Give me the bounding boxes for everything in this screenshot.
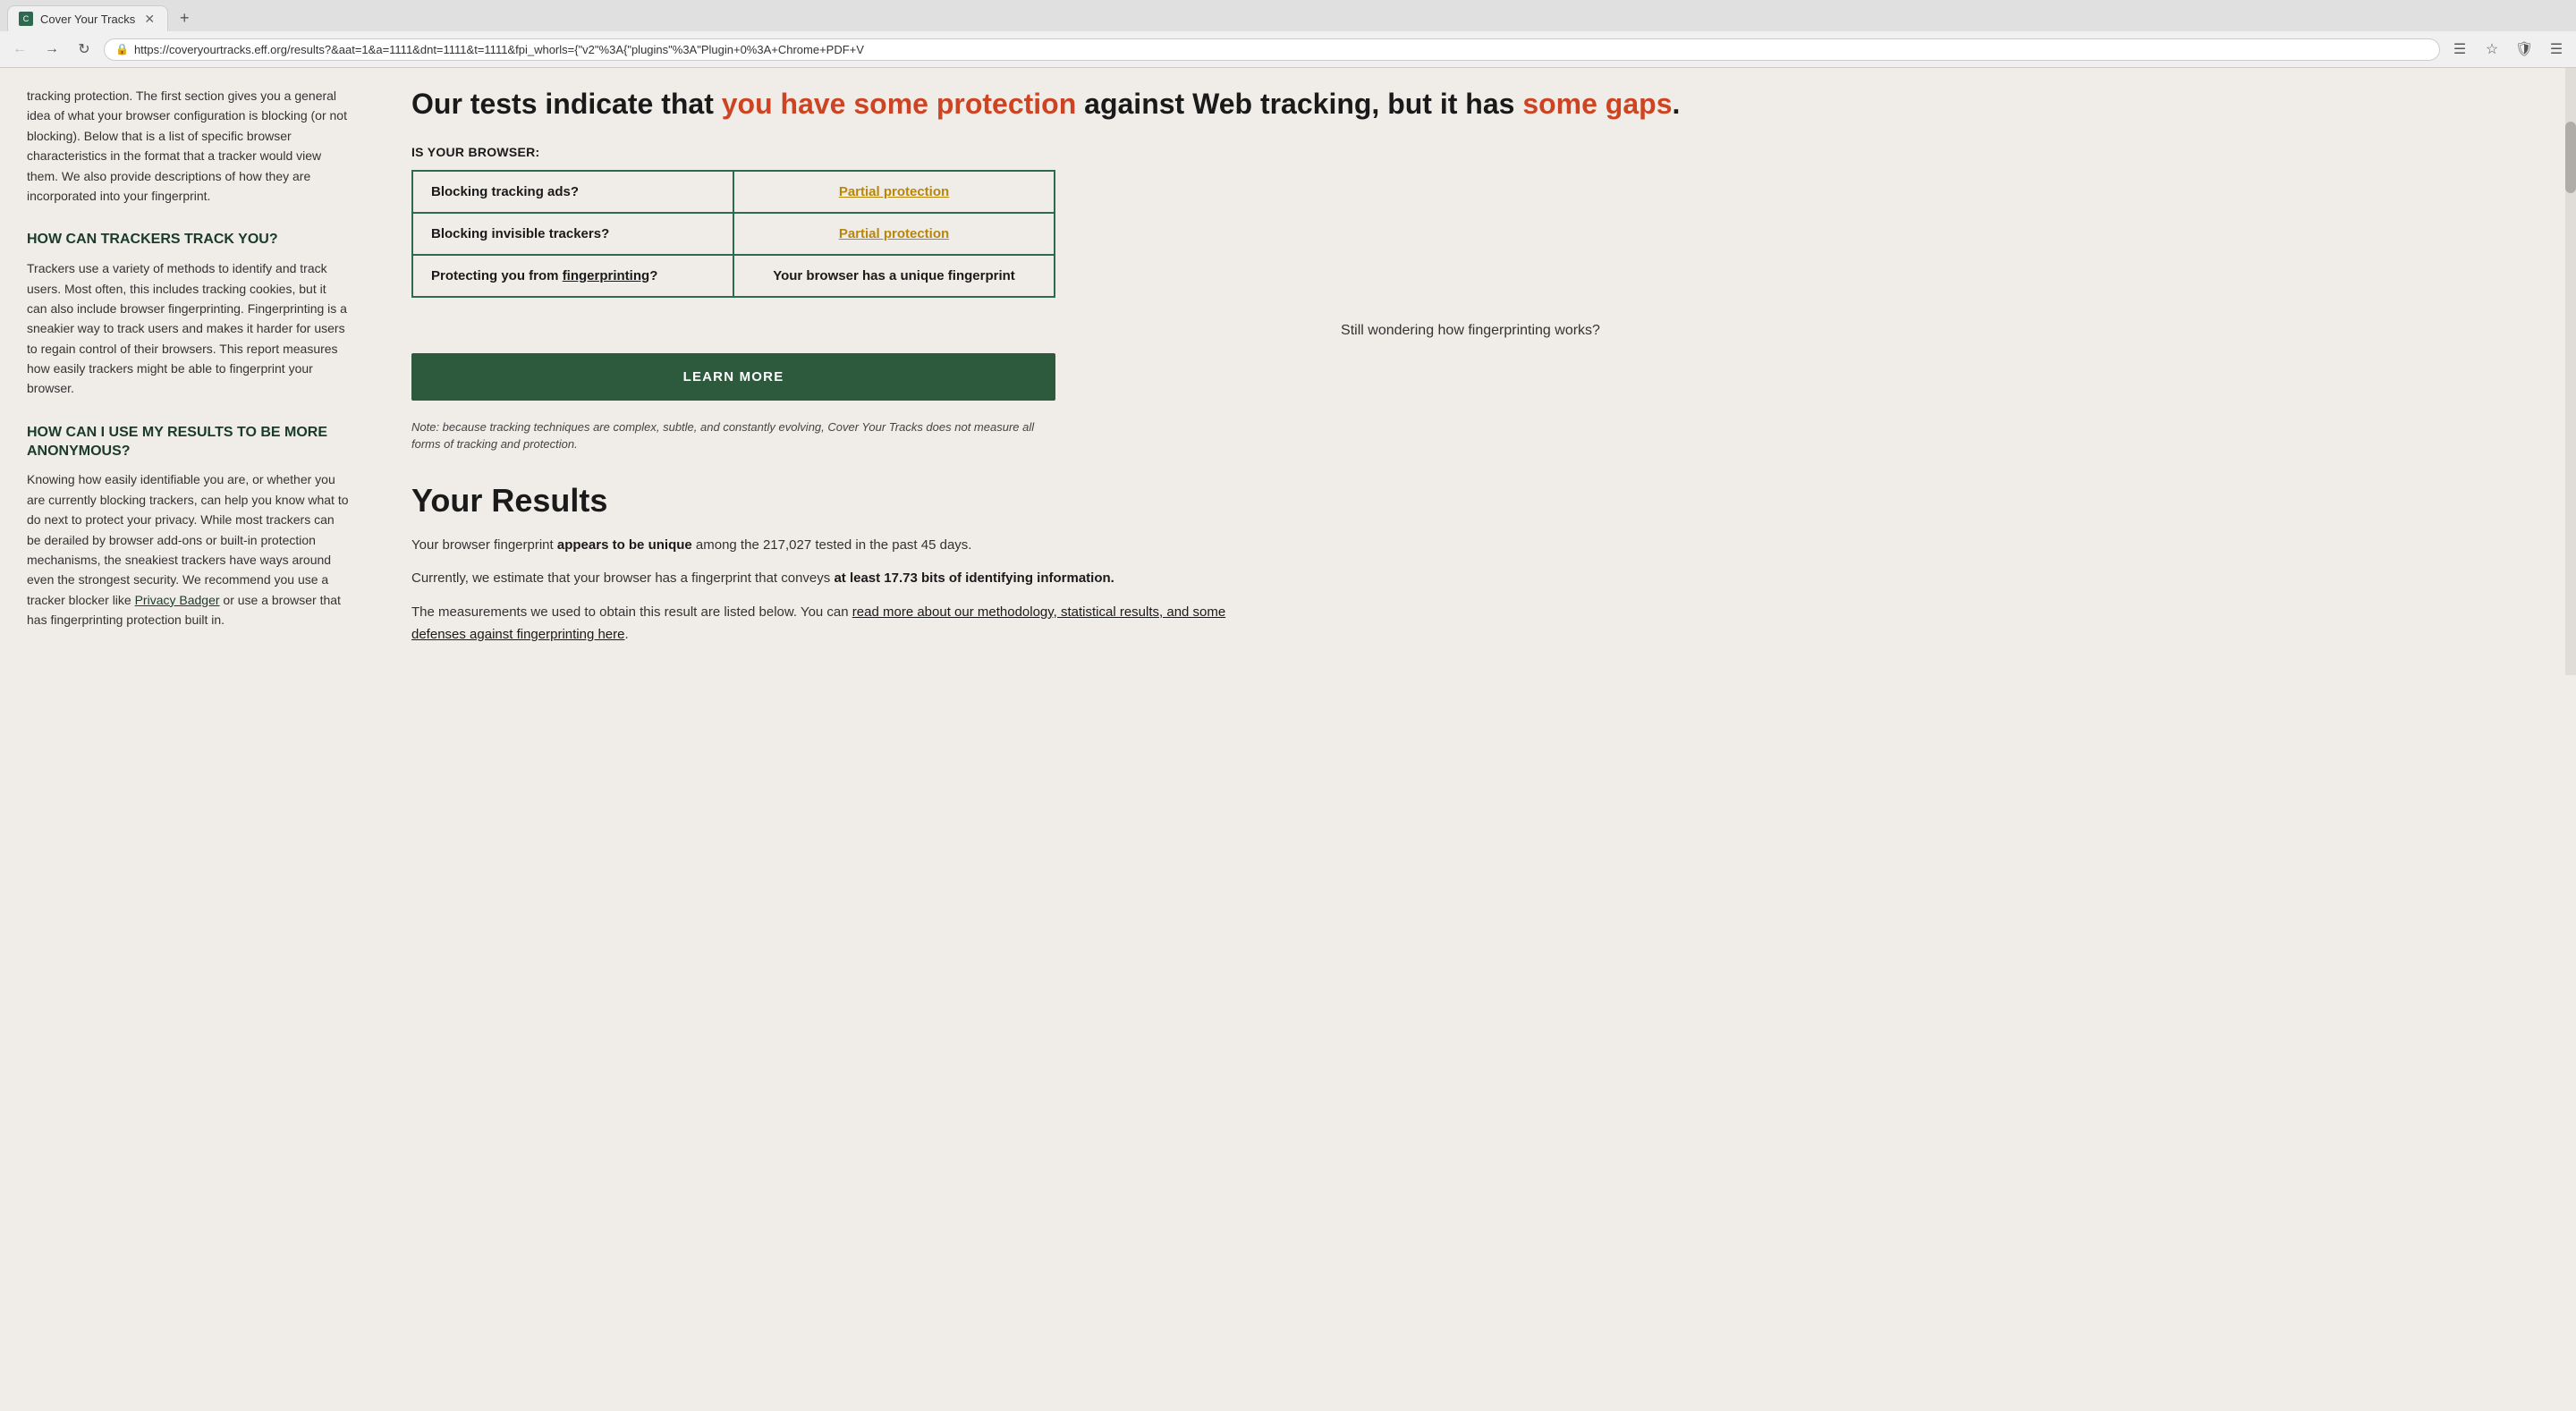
fingerprinting-link[interactable]: fingerprinting	[563, 268, 650, 283]
sidebar-trackers-text: Trackers use a variety of methods to ide…	[27, 258, 349, 399]
results-para3-text1: The measurements we used to obtain this …	[411, 604, 852, 620]
results-para2-text1: Currently, we estimate that your browser…	[411, 570, 834, 586]
active-tab[interactable]: C Cover Your Tracks ✕	[7, 5, 168, 31]
main-headline: Our tests indicate that you have some pr…	[411, 86, 2529, 123]
sidebar-anonymous-section: HOW CAN I USE MY RESULTS TO BE MORE ANON…	[27, 424, 349, 630]
results-para-1: Your browser fingerprint appears to be u…	[411, 534, 1270, 557]
learn-more-button[interactable]: LEARN MORE	[411, 353, 1055, 401]
sidebar-intro-text: tracking protection. The first section g…	[27, 86, 349, 206]
scrollbar-thumb[interactable]	[2565, 122, 2576, 193]
headline-part1: Our tests indicate that	[411, 88, 722, 120]
privacy-badger-link[interactable]: Privacy Badger	[135, 593, 220, 607]
partial-protection-1: Partial protection	[839, 184, 949, 199]
back-button[interactable]: ←	[7, 37, 32, 62]
address-bar[interactable]: 🔒 https://coveryourtracks.eff.orghttps:/…	[104, 38, 2440, 61]
sidebar-trackers-heading: HOW CAN TRACKERS TRACK YOU?	[27, 231, 349, 249]
results-para1-bold: appears to be unique	[557, 537, 692, 553]
headline-part2: against Web tracking, but it has	[1076, 88, 1522, 120]
is-your-browser-label: IS YOUR BROWSER:	[411, 145, 2529, 159]
shield-button[interactable]: 🛡	[2512, 37, 2537, 62]
tab-favicon: C	[19, 12, 33, 26]
headline-highlight1: you have some protection	[722, 88, 1077, 120]
scrollbar-track[interactable]	[2565, 68, 2576, 675]
main-content: Our tests indicate that you have some pr…	[376, 68, 2565, 675]
results-para1-text2: among the 217,027 tested in the past 45 …	[692, 537, 972, 553]
nav-bar: ← → ↻ 🔒 https://coveryourtracks.eff.orgh…	[0, 31, 2576, 67]
results-table: Blocking tracking ads? Partial protectio…	[411, 170, 1055, 298]
table-row: Blocking invisible trackers? Partial pro…	[412, 213, 1055, 255]
table-cell-value-2: Partial protection	[733, 213, 1055, 255]
sidebar-trackers-section: HOW CAN TRACKERS TRACK YOU? Trackers use…	[27, 231, 349, 399]
results-para2-bold: at least 17.73 bits of identifying infor…	[834, 570, 1114, 586]
note-text: Note: because tracking techniques are co…	[411, 418, 1055, 453]
url-display: https://coveryourtracks.eff.orghttps://c…	[134, 43, 2428, 56]
your-results-heading: Your Results	[411, 482, 2529, 520]
nav-extras: ☰ ☆ 🛡 ☰	[2447, 37, 2569, 62]
results-para-3: The measurements we used to obtain this …	[411, 601, 1270, 646]
tab-close-button[interactable]: ✕	[142, 12, 157, 26]
partial-protection-2: Partial protection	[839, 226, 949, 241]
table-cell-value-3: Your browser has a unique fingerprint	[733, 255, 1055, 297]
bookmarks-button[interactable]: ☰	[2447, 37, 2472, 62]
results-para3-end: .	[625, 627, 629, 642]
table-cell-label-1: Blocking tracking ads?	[412, 171, 733, 213]
table-row: Protecting you from fingerprinting? Your…	[412, 255, 1055, 297]
tab-title: Cover Your Tracks	[40, 13, 135, 26]
tab-bar: C Cover Your Tracks ✕ +	[0, 0, 2576, 31]
results-para-2: Currently, we estimate that your browser…	[411, 567, 1270, 590]
browser-chrome: C Cover Your Tracks ✕ + ← → ↻ 🔒 https://…	[0, 0, 2576, 68]
table-row: Blocking tracking ads? Partial protectio…	[412, 171, 1055, 213]
results-para1-text1: Your browser fingerprint	[411, 537, 557, 553]
table-cell-label-3: Protecting you from fingerprinting?	[412, 255, 733, 297]
headline-highlight2: some gaps	[1522, 88, 1672, 120]
table-cell-label-2: Blocking invisible trackers?	[412, 213, 733, 255]
reload-button[interactable]: ↻	[72, 37, 97, 62]
sidebar-anonymous-text: Knowing how easily identifiable you are,…	[27, 469, 349, 629]
sidebar-intro: tracking protection. The first section g…	[27, 86, 349, 206]
forward-button[interactable]: →	[39, 37, 64, 62]
sidebar-anonymous-heading: HOW CAN I USE MY RESULTS TO BE MORE ANON…	[27, 424, 349, 461]
unique-fingerprint-label: Your browser has a unique fingerprint	[773, 268, 1015, 283]
new-tab-button[interactable]: +	[172, 6, 197, 31]
page-content: tracking protection. The first section g…	[0, 68, 2576, 675]
fingerprint-question: Still wondering how fingerprinting works…	[411, 323, 2529, 339]
star-button[interactable]: ☆	[2479, 37, 2504, 62]
table-cell-value-1: Partial protection	[733, 171, 1055, 213]
menu-button[interactable]: ☰	[2544, 37, 2569, 62]
security-icon: 🔒	[115, 43, 129, 55]
sidebar: tracking protection. The first section g…	[0, 68, 376, 675]
